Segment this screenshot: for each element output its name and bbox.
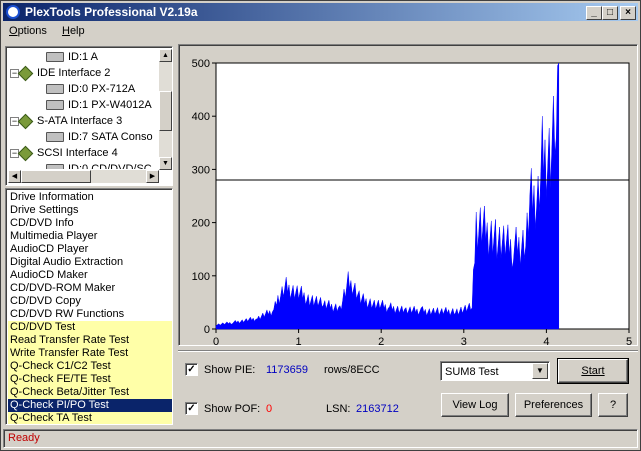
y-tick-label: 500 [192, 58, 210, 70]
tree-node-label: ID:0 PX-712A [68, 83, 136, 95]
pi-po-chart: 0 1 2 3 4 5 0 100 200 300 400 500 [192, 58, 632, 347]
function-list-item[interactable]: Read Transfer Rate Test [8, 334, 172, 347]
test-type-select[interactable]: SUM8 Test ▼ [440, 361, 550, 381]
close-button[interactable]: × [620, 6, 636, 20]
tree-node-label: IDE Interface 2 [37, 67, 111, 79]
tree-node-label: S-ATA Interface 3 [37, 115, 123, 127]
optical-drive-icon [46, 84, 64, 95]
tree-drive-node[interactable]: ID:1 A [46, 49, 98, 65]
tree-hscroll-thumb[interactable] [21, 170, 91, 183]
function-list-item[interactable]: CD/DVD Copy [8, 295, 172, 308]
preferences-button[interactable]: Preferences [515, 393, 592, 417]
function-list-item[interactable]: Drive Settings [8, 204, 172, 217]
optical-drive-icon [46, 132, 64, 143]
function-list-item[interactable]: Q-Check TA Test [8, 412, 172, 424]
y-tick-label: 100 [192, 271, 210, 283]
lsn-value: 2163712 [356, 403, 399, 415]
function-list-item[interactable]: Write Transfer Rate Test [8, 347, 172, 360]
scroll-up-arrow-icon[interactable]: ▲ [159, 49, 172, 62]
tree-drive-node[interactable]: ID:0 PX-712A [46, 81, 135, 97]
interface-icon [17, 65, 34, 81]
title-bar[interactable]: PlexTools Professional V2.19a _ □ × [3, 3, 638, 21]
function-list-item[interactable]: Drive Information [8, 191, 172, 204]
y-tick-label: 200 [192, 218, 210, 230]
lsn-label: LSN: [326, 403, 351, 415]
help-button[interactable]: ? [598, 393, 628, 417]
optical-drive-icon [46, 164, 64, 169]
device-tree-list: ID:1 A − IDE Interface 2 ID:0 PX-712A ID:1 P… [8, 49, 156, 169]
status-bar: Ready [3, 429, 638, 448]
minimize-button[interactable]: _ [586, 6, 602, 20]
function-list-item[interactable]: CD/DVD Test [8, 321, 172, 334]
maximize-button[interactable]: □ [602, 6, 618, 20]
tree-node-label: ID:0 CD/DVD/SC [68, 163, 152, 169]
menu-help[interactable]: Help [56, 22, 91, 41]
interface-icon [17, 145, 34, 161]
scroll-left-arrow-icon[interactable]: ◀ [8, 170, 21, 183]
chart-panel: 0 1 2 3 4 5 0 100 200 300 400 500 [178, 44, 638, 347]
tree-interface-node[interactable]: − IDE Interface 2 [10, 65, 111, 81]
function-list-item[interactable]: AudioCD Maker [8, 269, 172, 282]
tree-drive-node[interactable]: ID:7 SATA Conso [46, 129, 153, 145]
optical-drive-icon [46, 52, 64, 63]
test-type-value: SUM8 Test [445, 366, 499, 378]
function-list-item[interactable]: CD/DVD RW Functions [8, 308, 172, 321]
show-pie-label: Show PIE: [204, 364, 256, 376]
show-pof-label: Show POF: [204, 403, 261, 415]
window-title: PlexTools Professional V2.19a [25, 5, 198, 19]
pie-unit: rows/8ECC [324, 364, 380, 376]
y-tick-label: 400 [192, 111, 210, 123]
x-tick-label: 3 [461, 336, 467, 347]
controls-separator [178, 350, 638, 352]
tree-node-label: ID:7 SATA Conso [68, 131, 153, 143]
show-pof-checkbox[interactable]: ✓ [185, 402, 198, 415]
y-tick-label: 0 [204, 324, 210, 336]
menu-options[interactable]: Options [3, 22, 53, 41]
app-icon [6, 5, 20, 19]
function-list-item[interactable]: CD/DVD-ROM Maker [8, 282, 172, 295]
y-tick-label: 300 [192, 164, 210, 176]
x-tick-label: 1 [296, 336, 302, 347]
function-list-item[interactable]: Q-Check FE/TE Test [8, 373, 172, 386]
function-list-item[interactable]: Digital Audio Extraction [8, 256, 172, 269]
interface-icon [17, 113, 34, 129]
tree-vscroll-thumb[interactable] [159, 91, 172, 131]
start-button[interactable]: Start [557, 358, 629, 384]
function-list-item[interactable]: Multimedia Player [8, 230, 172, 243]
tree-node-label: ID:1 PX-W4012A [68, 99, 152, 111]
main-window: PlexTools Professional V2.19a _ □ × Opti… [0, 0, 641, 451]
tree-node-label: SCSI Interface 4 [37, 147, 118, 159]
x-tick-label: 4 [543, 336, 549, 347]
tree-horizontal-scrollbar[interactable]: ◀ ▶ [8, 170, 159, 183]
pie-count: 1173659 [266, 364, 309, 376]
function-list-item[interactable]: CD/DVD Info [8, 217, 172, 230]
function-list-item[interactable]: Q-Check C1/C2 Test [8, 360, 172, 373]
chevron-down-icon[interactable]: ▼ [532, 363, 548, 379]
scroll-down-arrow-icon[interactable]: ▼ [159, 157, 172, 170]
view-log-button[interactable]: View Log [441, 393, 509, 417]
optical-drive-icon [46, 100, 64, 111]
tree-node-label: ID:1 A [68, 51, 98, 63]
scroll-right-arrow-icon[interactable]: ▶ [146, 170, 159, 183]
menu-bar: Options Help [3, 22, 638, 41]
x-tick-label: 2 [378, 336, 384, 347]
tree-vertical-scrollbar[interactable]: ▲ ▼ [159, 49, 172, 170]
tree-interface-node[interactable]: − SCSI Interface 4 [10, 145, 118, 161]
show-pie-checkbox[interactable]: ✓ [185, 363, 198, 376]
function-list-item[interactable]: AudioCD Player [8, 243, 172, 256]
x-tick-label: 0 [213, 336, 219, 347]
function-list-item[interactable]: Q-Check Beta/Jitter Test [8, 386, 172, 399]
tree-drive-node[interactable]: ID:1 PX-W4012A [46, 97, 152, 113]
function-list-item[interactable]: Q-Check PI/PO Test [8, 399, 172, 412]
plot-area [215, 62, 630, 330]
x-tick-label: 5 [626, 336, 632, 347]
function-list: Drive Information Drive Settings CD/DVD In… [5, 188, 173, 425]
device-tree[interactable]: ID:1 A − IDE Interface 2 ID:0 PX-712A ID:1 P… [5, 46, 173, 186]
tree-drive-node[interactable]: ID:0 CD/DVD/SC [46, 161, 152, 169]
tree-interface-node[interactable]: − S-ATA Interface 3 [10, 113, 123, 129]
pof-count: 0 [266, 403, 273, 415]
